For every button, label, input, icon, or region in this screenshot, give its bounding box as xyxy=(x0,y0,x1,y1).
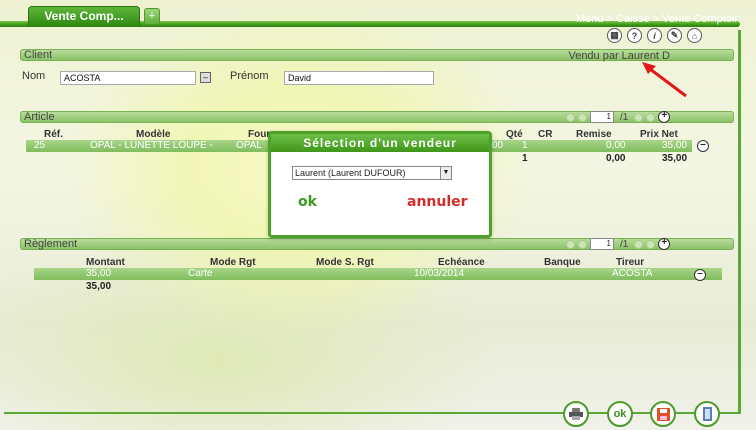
annotation-arrow-icon xyxy=(642,62,687,98)
nom-label: Nom xyxy=(22,70,46,82)
nom-clear-button[interactable]: – xyxy=(200,72,211,83)
article-section-title: Article xyxy=(24,111,55,123)
reglement-page-total: /1 xyxy=(620,238,629,250)
first-page-icon[interactable] xyxy=(566,112,575,122)
row-montant: 35,00 xyxy=(86,268,112,279)
dialog-annuler-button[interactable]: annuler xyxy=(407,194,468,210)
printer-icon xyxy=(569,408,583,420)
breadcrumb: Menu > Caisse > Vente Comptoir xyxy=(575,13,738,25)
next-page-icon[interactable] xyxy=(634,239,644,249)
row-prix-net: 35,00 xyxy=(662,140,688,151)
vendeur-select-value: Laurent (Laurent DUFOUR) xyxy=(295,168,406,178)
add-tab-button[interactable]: + xyxy=(144,8,160,25)
home-icon[interactable]: ⌂ xyxy=(687,28,702,43)
article-pager: 1 /1 + xyxy=(566,111,671,123)
next-page-icon[interactable] xyxy=(634,112,644,122)
col-four: Four xyxy=(248,129,271,140)
settings-icon[interactable]: ✎ xyxy=(667,28,682,43)
chevron-down-icon[interactable]: ▼ xyxy=(440,167,451,179)
help-icon[interactable]: ? xyxy=(627,28,642,43)
total-qte: 1 xyxy=(522,153,528,164)
save-button[interactable] xyxy=(650,401,676,427)
total-remise: 0,00 xyxy=(606,153,626,164)
prenom-label: Prénom xyxy=(230,70,269,82)
prev-page-icon[interactable] xyxy=(578,239,587,249)
top-toolbar: ▦ ? i ✎ ⌂ xyxy=(607,28,702,44)
reglement-page-input[interactable]: 1 xyxy=(590,238,614,250)
row-modele: OPAL - LUNETTE LOUPE - xyxy=(90,140,213,151)
tab-vente-comptoir[interactable]: Vente Comp... xyxy=(28,6,140,26)
col-modele: Modèle xyxy=(136,129,171,140)
total-prix-net: 35,00 xyxy=(662,153,688,164)
row-mode-rgt: Carte xyxy=(188,268,213,279)
article-page-total: /1 xyxy=(620,111,629,123)
prenom-input[interactable]: David xyxy=(284,71,434,85)
calculator-icon[interactable]: ▦ xyxy=(607,28,622,43)
add-reglement-icon[interactable]: + xyxy=(658,238,671,250)
dialog-ok-button[interactable]: ok xyxy=(298,194,317,210)
col-echeance: Echéance xyxy=(438,257,485,268)
exit-icon xyxy=(703,407,712,421)
row-ref: 25 xyxy=(34,140,46,151)
last-page-icon[interactable] xyxy=(646,112,656,122)
col-cr: CR xyxy=(538,129,553,140)
row-qte: 1 xyxy=(522,140,528,151)
row-tireur: ACOSTA xyxy=(612,268,653,279)
col-banque: Banque xyxy=(544,257,581,268)
row-remise: 0,00 xyxy=(606,140,626,151)
col-montant: Montant xyxy=(86,257,125,268)
right-border-line xyxy=(738,30,741,414)
dialog-title: Sélection d'un vendeur xyxy=(271,134,489,152)
last-page-icon[interactable] xyxy=(646,239,656,249)
row-qte-prefix: 00 xyxy=(492,140,504,151)
client-section-title: Client xyxy=(24,49,53,61)
remove-reglement-icon[interactable]: – xyxy=(694,269,706,281)
print-button[interactable] xyxy=(563,401,589,427)
row-four: OPAL xyxy=(236,140,262,151)
first-page-icon[interactable] xyxy=(566,239,575,249)
top-bar: Vente Comp... + Menu > Caisse > Vente Co… xyxy=(0,0,756,30)
vendeur-selection-dialog: Sélection d'un vendeur Laurent (Laurent … xyxy=(268,131,492,238)
col-qte: Qté xyxy=(506,129,523,140)
remove-article-icon[interactable]: – xyxy=(697,140,709,152)
nom-input[interactable]: ACOSTA xyxy=(60,71,196,85)
total-montant: 35,00 xyxy=(86,281,112,292)
save-icon xyxy=(656,407,670,421)
ok-button[interactable]: ok xyxy=(607,401,633,427)
col-prix-net: Prix Net xyxy=(640,129,678,140)
exit-button[interactable] xyxy=(694,401,720,427)
col-ref: Réf. xyxy=(44,129,63,140)
add-article-icon[interactable]: + xyxy=(658,111,671,123)
col-mode-rgt: Mode Rgt xyxy=(210,257,256,268)
prev-page-icon[interactable] xyxy=(578,112,587,122)
reglement-section-title: Règlement xyxy=(24,238,78,250)
col-mode-s-rgt: Mode S. Rgt xyxy=(316,257,374,268)
article-page-input[interactable]: 1 xyxy=(590,111,614,123)
reglement-pager: 1 /1 + xyxy=(566,238,671,250)
col-tireur: Tireur xyxy=(616,257,645,268)
row-echeance: 10/03/2014 xyxy=(414,268,465,279)
col-remise: Remise xyxy=(576,129,612,140)
vendeur-select[interactable]: Laurent (Laurent DUFOUR) ▼ xyxy=(292,166,452,180)
info-icon[interactable]: i xyxy=(647,28,662,43)
